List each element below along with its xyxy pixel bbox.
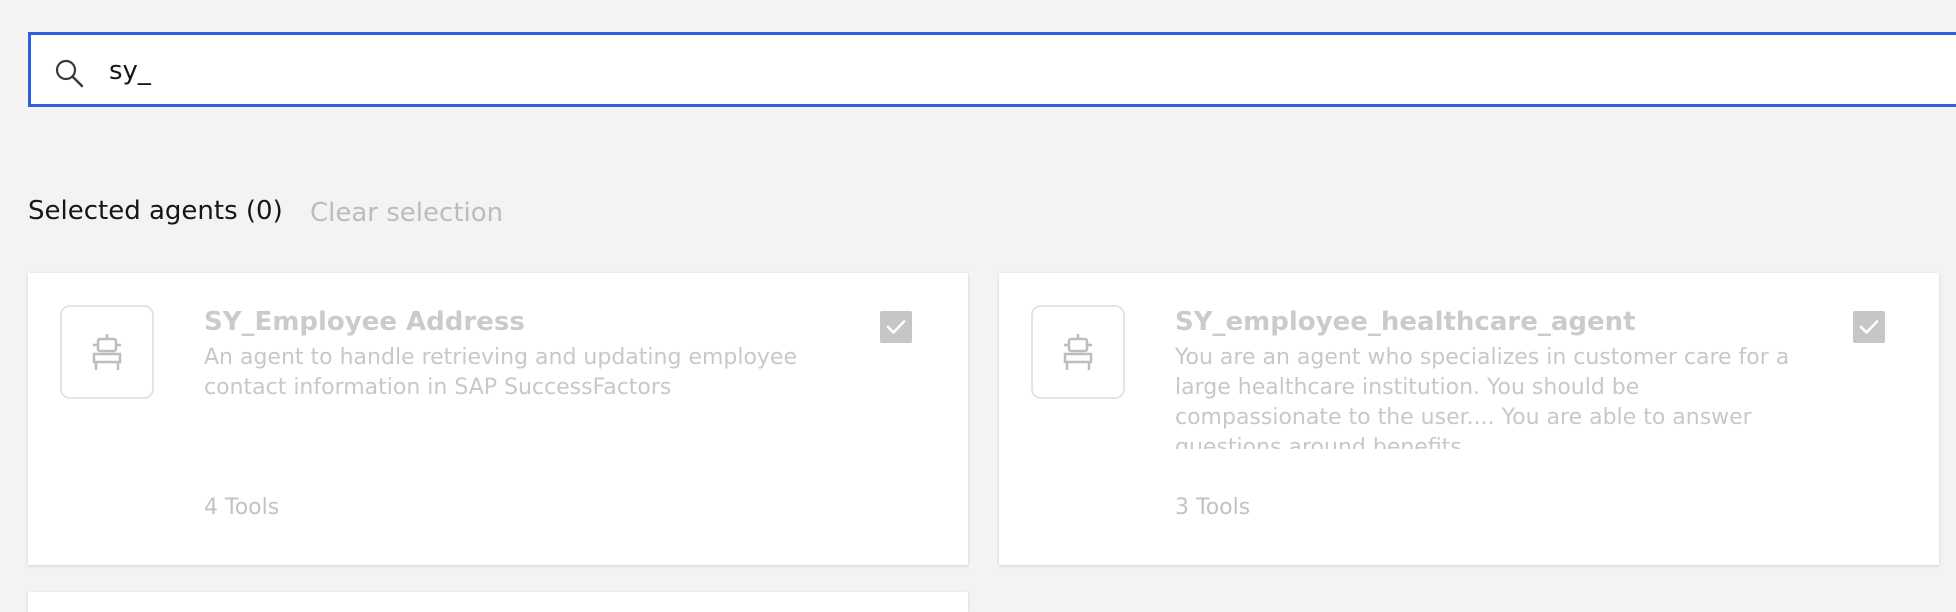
agent-card[interactable]: SY_Employee Address An agent to handle r… [28,273,968,565]
agent-tools-count: 3 Tools [1175,495,1251,520]
agent-name: SY_Employee Address [204,307,525,337]
agent-checkbox[interactable] [1853,311,1885,343]
robot-icon [60,305,154,399]
checkmark-icon [1859,320,1879,334]
robot-icon [1031,305,1125,399]
search-bar[interactable] [28,32,1956,107]
agent-card[interactable]: SY_employee_healthcare_agent You are an … [999,273,1939,565]
agent-name: SY_employee_healthcare_agent [1175,307,1636,337]
search-input[interactable] [109,49,1309,93]
agent-tools-count: 4 Tools [204,495,280,520]
agent-description: An agent to handle retrieving and updati… [204,345,798,400]
clear-selection-button[interactable]: Clear selection [310,198,503,228]
search-icon [53,57,85,89]
agent-checkbox[interactable] [880,311,912,343]
checkmark-icon [886,320,906,334]
agent-description: You are an agent who specializes in cust… [1175,345,1790,449]
agent-card-partial[interactable] [28,592,968,612]
selected-agents-count: Selected agents (0) [28,196,283,226]
